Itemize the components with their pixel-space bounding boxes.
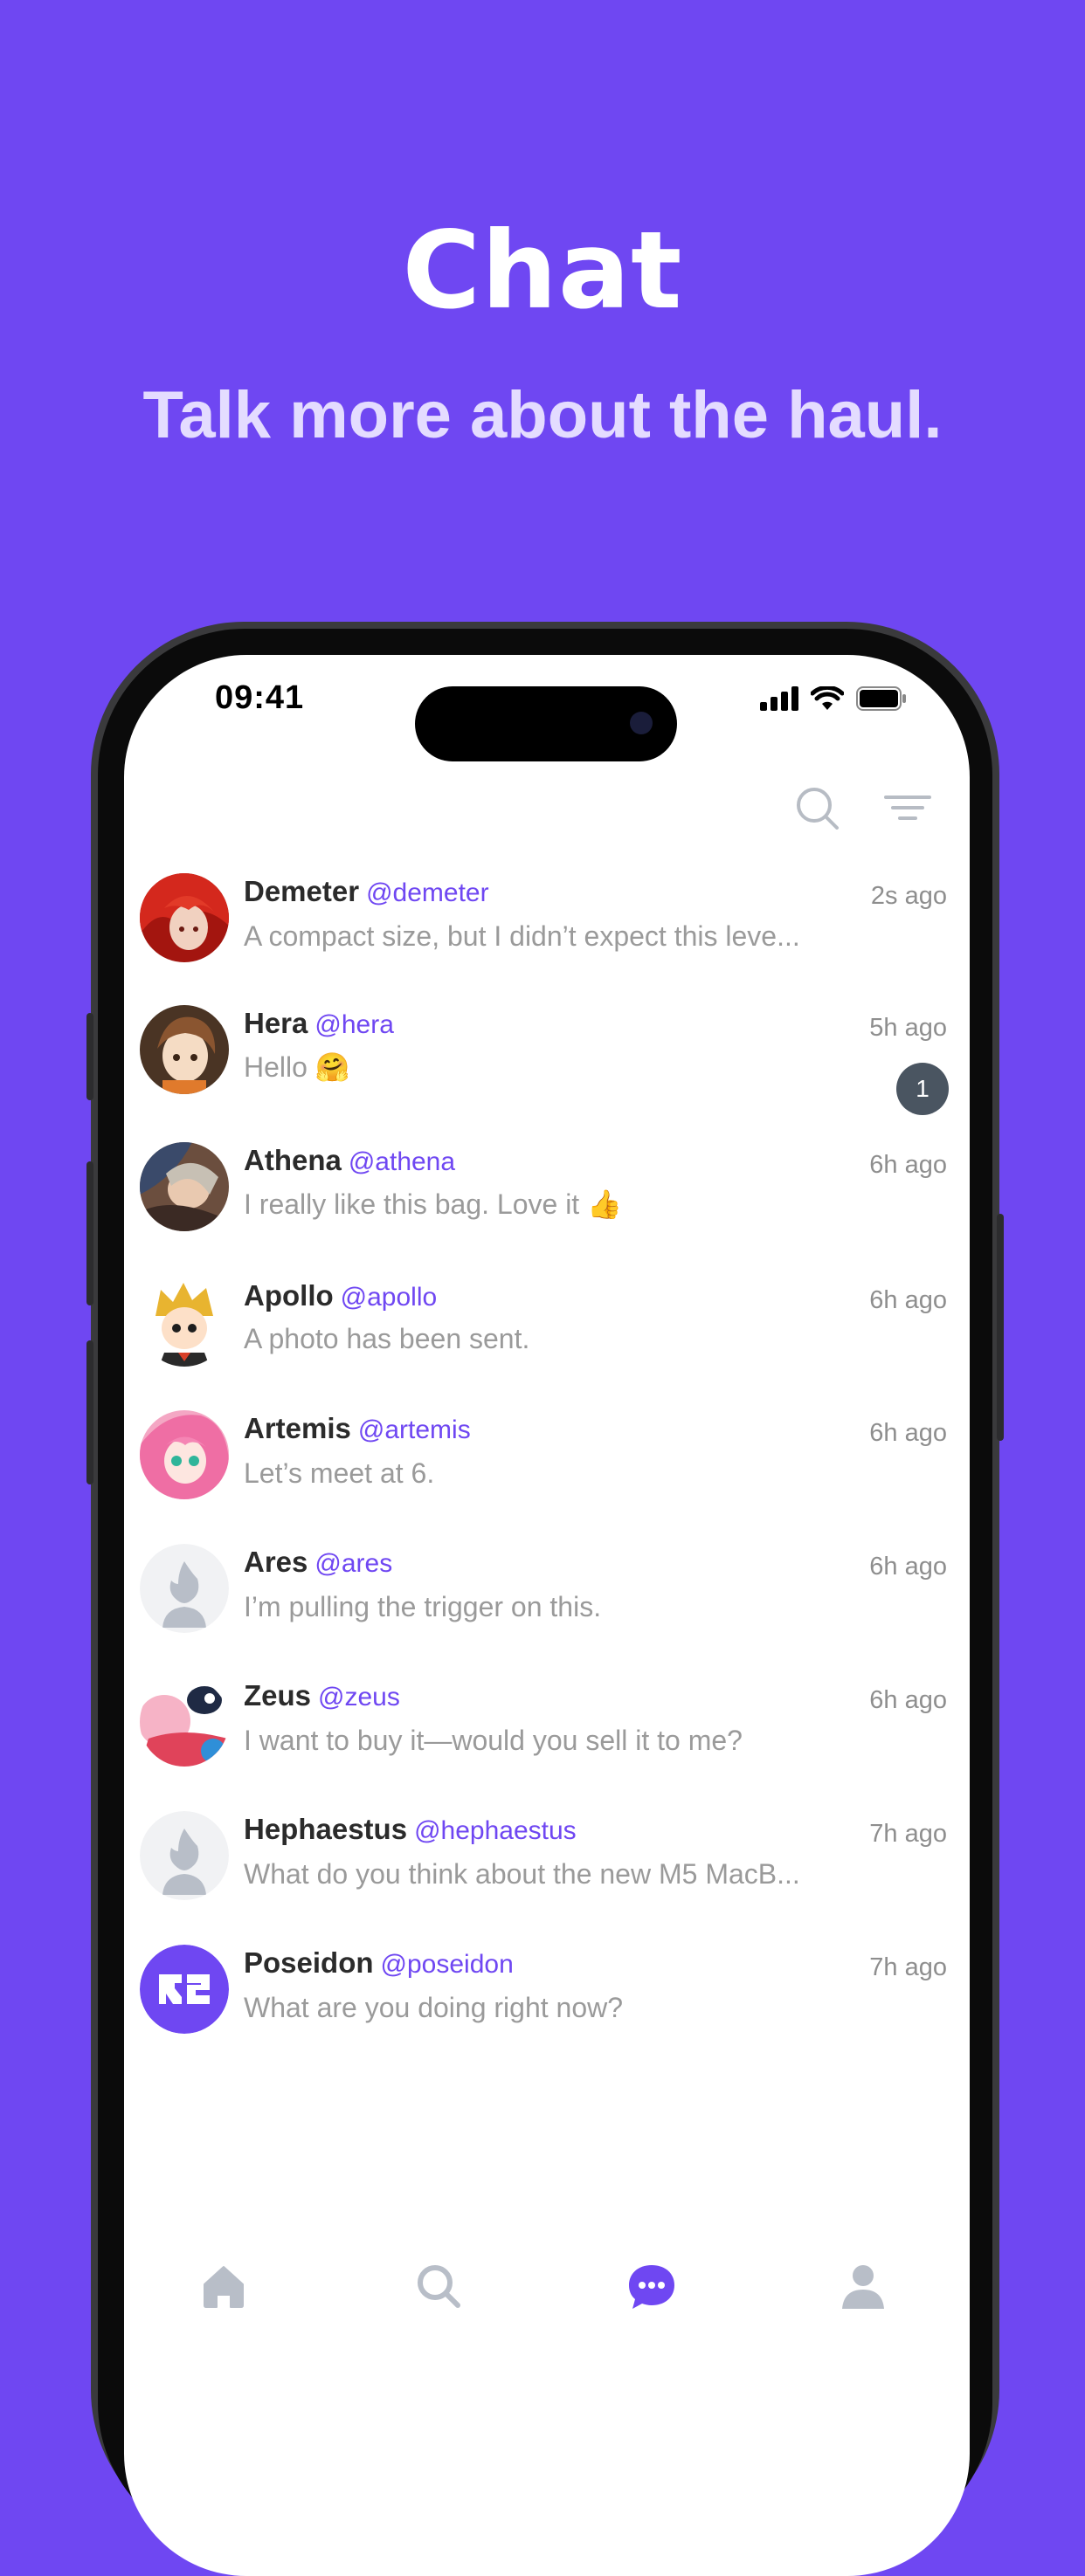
chat-time: 6h ago bbox=[869, 1553, 947, 1581]
tab-bar bbox=[124, 2262, 970, 2366]
chat-name: Ares @ares bbox=[244, 1546, 393, 1578]
hero-title: Chat bbox=[402, 209, 683, 333]
chat-handle: @athena bbox=[348, 1147, 456, 1176]
chat-row-artemis[interactable]: Artemis @artemis Let’s meet at 6. 6h ago bbox=[124, 1410, 970, 1544]
chat-handle: @artemis bbox=[357, 1415, 471, 1444]
chat-row-ares[interactable]: Ares @ares I’m pulling the trigger on thi… bbox=[124, 1544, 970, 1677]
chat-list: Demeter @demeter A compact size, but I di… bbox=[124, 873, 970, 2078]
chat-preview: What do you think about the new M5 MacB.… bbox=[244, 1858, 800, 1890]
pink-character-avatar bbox=[140, 1677, 229, 1767]
chat-handle: @zeus bbox=[318, 1683, 400, 1712]
chat-handle: @poseidon bbox=[380, 1950, 514, 1979]
chat-time: 6h ago bbox=[869, 1286, 947, 1314]
chat-name: Athena @athena bbox=[244, 1144, 456, 1176]
hero-subtitle: Talk more about the haul. bbox=[142, 378, 943, 452]
chat-preview: What are you doing right now? bbox=[244, 1992, 624, 2023]
pink-hair-avatar bbox=[140, 1410, 229, 1499]
chat-time: 2s ago bbox=[870, 882, 947, 910]
purple-logo-avatar bbox=[140, 1945, 229, 2034]
chat-time: 6h ago bbox=[869, 1419, 947, 1447]
tab-chat[interactable] bbox=[599, 2262, 704, 2366]
chat-handle: @ares bbox=[314, 1549, 393, 1578]
chat-row-athena[interactable]: Athena @athena I really like this bag. Lo… bbox=[124, 1142, 970, 1278]
volume-down-button bbox=[86, 1340, 93, 1484]
red-hair-avatar bbox=[140, 873, 229, 962]
chat-name: Zeus @zeus bbox=[244, 1679, 400, 1712]
chat-row-demeter[interactable]: Demeter @demeter A compact size, but I di… bbox=[124, 873, 970, 1005]
chat-handle: @apollo bbox=[340, 1283, 438, 1312]
status-icons bbox=[760, 686, 907, 711]
phone-screen: 09:41 Demeter @demeter A compact size, b… bbox=[124, 655, 970, 2576]
chat-preview: Hello 🤗 bbox=[244, 1051, 350, 1083]
chat-time: 7h ago bbox=[869, 1953, 947, 1981]
profile-icon bbox=[842, 2265, 884, 2309]
search-icon[interactable] bbox=[795, 786, 840, 831]
chat-row-poseidon[interactable]: Poseidon @poseidon What are you doing rig… bbox=[124, 1945, 970, 2078]
chat-time: 6h ago bbox=[869, 1686, 947, 1714]
status-time: 09:41 bbox=[215, 679, 305, 716]
chat-time: 5h ago bbox=[869, 1014, 947, 1042]
camera-icon bbox=[630, 712, 653, 734]
chat-time: 6h ago bbox=[869, 1151, 947, 1179]
default-user-avatar bbox=[140, 1544, 229, 1633]
home-icon bbox=[204, 2266, 244, 2308]
tab-home[interactable] bbox=[171, 2262, 276, 2366]
chat-handle: @hera bbox=[314, 1010, 394, 1039]
chat-preview: A photo has been sent. bbox=[244, 1323, 530, 1354]
dynamic-island bbox=[415, 686, 677, 761]
wifi-icon bbox=[811, 686, 844, 710]
chat-name: Demeter @demeter bbox=[244, 875, 489, 907]
brown-hair-avatar bbox=[140, 1005, 229, 1094]
chat-name: Poseidon @poseidon bbox=[244, 1946, 514, 1979]
filter-icon[interactable] bbox=[884, 794, 931, 823]
default-user-avatar bbox=[140, 1811, 229, 1900]
chat-row-apollo[interactable]: Apollo @apollo A photo has been sent. 6h … bbox=[124, 1278, 970, 1410]
chat-preview: A compact size, but I didn’t expect this… bbox=[244, 920, 800, 952]
tab-search[interactable] bbox=[386, 2262, 491, 2366]
chat-preview: Let’s meet at 6. bbox=[244, 1457, 435, 1489]
unread-badge: 1 bbox=[896, 1063, 949, 1115]
chat-handle: @hephaestus bbox=[414, 1816, 577, 1845]
top-actions bbox=[795, 786, 931, 831]
chat-icon bbox=[629, 2265, 674, 2309]
chat-name: Hera @hera bbox=[244, 1007, 394, 1039]
chat-preview: I want to buy it—would you sell it to me… bbox=[244, 1725, 743, 1756]
chat-row-hera[interactable]: Hera @hera Hello 🤗 5h ago 1 bbox=[124, 1005, 970, 1142]
battery-icon bbox=[856, 686, 906, 711]
chat-time: 7h ago bbox=[869, 1820, 947, 1848]
chat-row-zeus[interactable]: Zeus @zeus I want to buy it—would you sel… bbox=[124, 1677, 970, 1811]
chat-handle: @demeter bbox=[366, 878, 489, 907]
chat-preview: I’m pulling the trigger on this. bbox=[244, 1591, 602, 1622]
chat-preview: I really like this bag. Love it 👍 bbox=[244, 1188, 622, 1220]
chat-name: Hephaestus @hephaestus bbox=[244, 1813, 577, 1845]
tab-profile[interactable] bbox=[811, 2262, 916, 2366]
action-button bbox=[86, 1013, 93, 1100]
artwork-avatar bbox=[140, 1142, 229, 1231]
signal-icon bbox=[760, 686, 798, 711]
volume-up-button bbox=[86, 1161, 93, 1305]
search-icon bbox=[418, 2265, 460, 2308]
blonde-cartoon-avatar bbox=[140, 1278, 229, 1367]
chat-row-hephaestus[interactable]: Hephaestus @hephaestus What do you think … bbox=[124, 1811, 970, 1945]
power-button bbox=[997, 1214, 1004, 1441]
chat-name: Apollo @apollo bbox=[244, 1279, 438, 1312]
chat-name: Artemis @artemis bbox=[244, 1412, 471, 1444]
